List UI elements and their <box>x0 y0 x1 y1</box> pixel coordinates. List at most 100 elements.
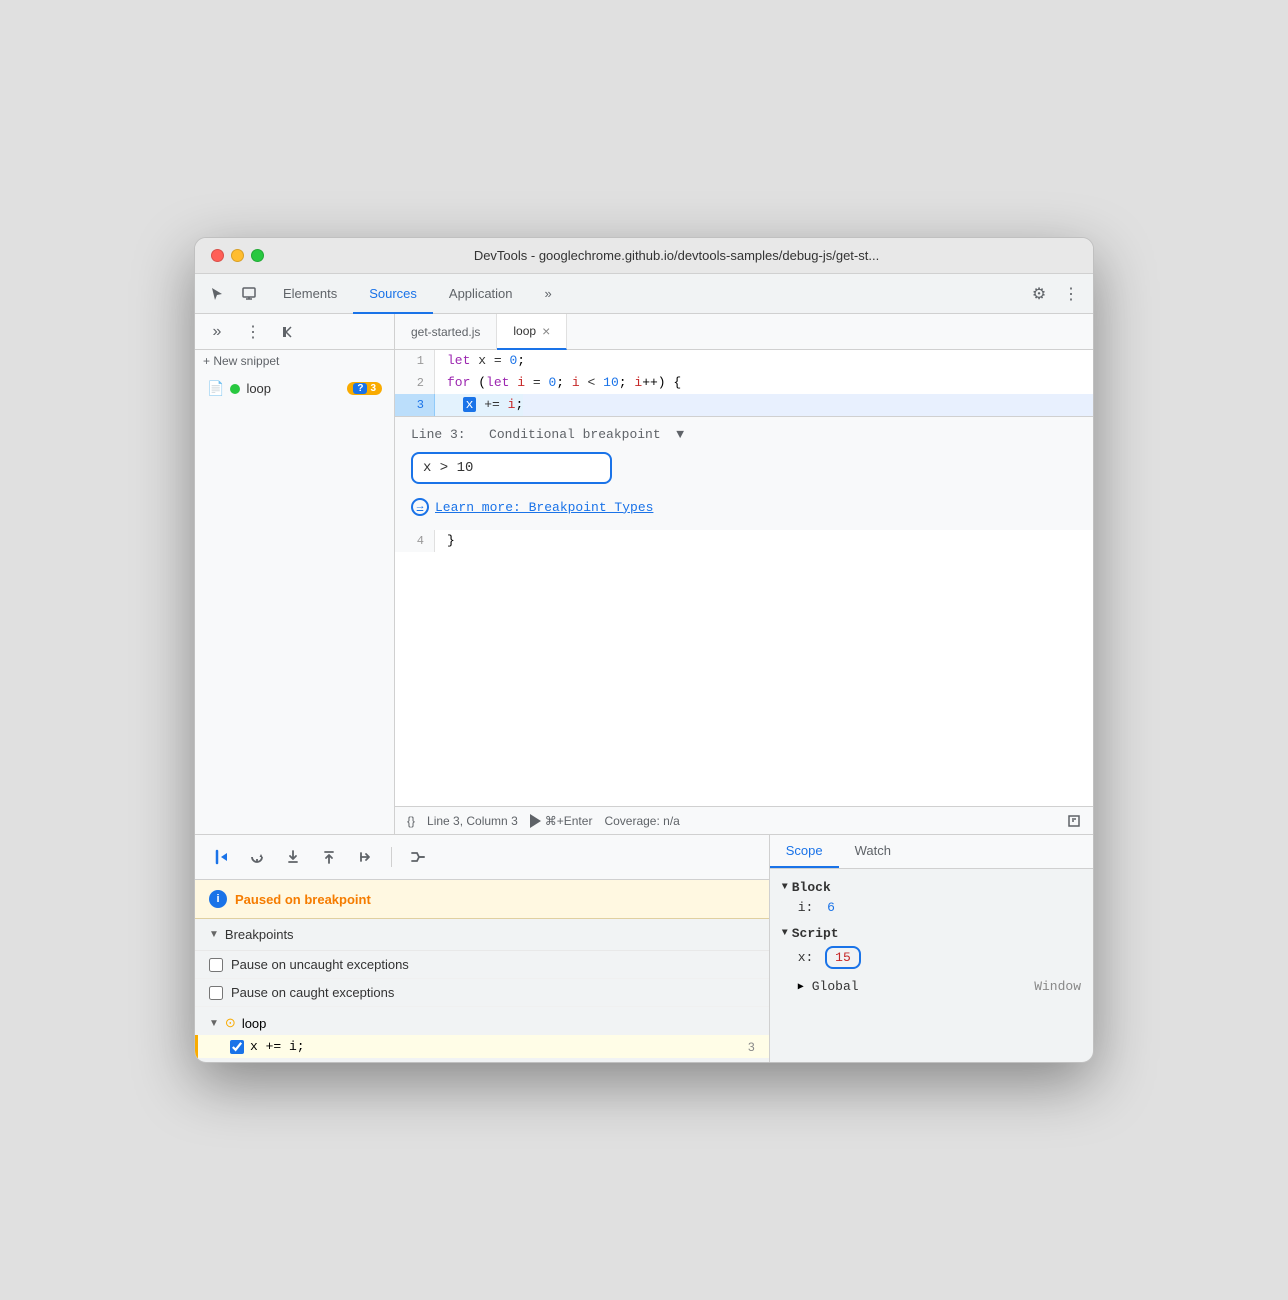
scope-tabs: Scope Watch <box>770 835 1093 869</box>
line-num-2: 2 <box>395 372 435 394</box>
breakpoints-section-header[interactable]: ▼ Breakpoints <box>195 919 769 951</box>
line-num-3: 3 <box>395 394 435 416</box>
scope-global: ▶ Global Window <box>778 977 1085 996</box>
resume-button[interactable] <box>207 843 235 871</box>
scope-tab-watch[interactable]: Watch <box>839 835 907 868</box>
line-num-4: 4 <box>395 530 435 552</box>
debug-sections: ▼ Breakpoints Pause on uncaught exceptio… <box>195 919 769 1062</box>
scope-script-chevron: ▼ <box>782 928 788 939</box>
line-content-4: } <box>435 530 455 552</box>
step-over-button[interactable] <box>243 843 271 871</box>
line-num-1: 1 <box>395 350 435 372</box>
traffic-lights <box>211 249 264 262</box>
bp-line-item[interactable]: x += i; 3 <box>195 1035 769 1058</box>
step-button[interactable] <box>351 843 379 871</box>
pause-caught-item: Pause on caught exceptions <box>195 979 769 1007</box>
info-icon: i <box>209 890 227 908</box>
run-button[interactable]: ⌘+Enter <box>530 814 593 828</box>
code-line-1: 1 let x = 0; <box>395 350 1093 372</box>
sidebar-toolbar: » ⋮ <box>195 314 394 350</box>
top-toolbar: Elements Sources Application » ⚙ ⋮ <box>195 274 1093 314</box>
tab-more[interactable]: » <box>529 274 568 314</box>
scope-global-chevron[interactable]: ▶ <box>798 981 804 993</box>
scope-content: ▼ Block i: 6 ▼ Script <box>770 869 1093 1010</box>
code-line-3: 3 x += i; <box>395 394 1093 416</box>
line-content-3: x += i; <box>435 394 523 416</box>
file-tab-close[interactable]: × <box>542 323 550 339</box>
breakpoint-popup: Line 3: Conditional breakpoint ▼ → Learn… <box>395 416 1093 530</box>
scope-block-header[interactable]: ▼ Block <box>778 877 1085 898</box>
run-icon <box>530 814 541 828</box>
left-sidebar: » ⋮ + New snippet 📄 loop ? <box>195 314 395 834</box>
devtools-window: DevTools - googlechrome.github.io/devtoo… <box>194 237 1094 1063</box>
scope-block-chevron: ▼ <box>782 882 788 893</box>
traffic-light-yellow[interactable] <box>231 249 244 262</box>
pause-uncaught-checkbox[interactable] <box>209 958 223 972</box>
line-content-1: let x = 0; <box>435 350 525 372</box>
coverage-dropdown-icon[interactable] <box>1067 814 1081 828</box>
step-into-button[interactable] <box>279 843 307 871</box>
scope-x-highlight: 15 <box>825 946 861 969</box>
bp-file-chevron: ▼ <box>209 1018 219 1029</box>
scope-global-row: ▶ Global Window <box>778 977 1085 996</box>
breakpoint-badge: ? 3 <box>347 382 382 395</box>
learn-more-icon: → <box>411 498 429 516</box>
file-item-loop[interactable]: 📄 loop ? 3 <box>195 376 394 401</box>
new-snippet-button[interactable]: + New snippet <box>195 350 394 372</box>
coverage: Coverage: n/a <box>604 814 679 828</box>
breakpoint-section: ▼ ⊙ loop x += i; 3 <box>195 1007 769 1062</box>
tab-bar: Elements Sources Application » <box>267 274 1021 314</box>
debug-separator <box>391 847 392 867</box>
bp-file-icon: ⊙ <box>225 1015 236 1031</box>
step-out-button[interactable] <box>315 843 343 871</box>
scope-script-x: x: 15 <box>778 944 1085 971</box>
sidebar-expand-icon[interactable]: » <box>203 318 231 346</box>
settings-icon[interactable]: ⚙ <box>1025 280 1053 308</box>
debug-right: Scope Watch ▼ Block i: <box>770 835 1093 1062</box>
scope-block-i: i: 6 <box>778 898 1085 917</box>
inspect-icon[interactable] <box>235 280 263 308</box>
scope-script: ▼ Script x: 15 <box>778 923 1085 971</box>
line-content-2: for (let i = 0; i < 10; i++) { <box>435 372 681 394</box>
code-editor: get-started.js loop × 1 let x = 0; <box>395 314 1093 834</box>
main-area: » ⋮ + New snippet 📄 loop ? <box>195 314 1093 1062</box>
more-options-icon[interactable]: ⋮ <box>1057 280 1085 308</box>
sidebar-menu-icon[interactable]: ⋮ <box>239 318 267 346</box>
sources-top: » ⋮ + New snippet 📄 loop ? <box>195 314 1093 834</box>
file-icon-loop: 📄 <box>207 380 224 397</box>
title-bar: DevTools - googlechrome.github.io/devtoo… <box>195 238 1093 274</box>
code-line-2: 2 for (let i = 0; i < 10; i++) { <box>395 372 1093 394</box>
file-tab-loop[interactable]: loop × <box>497 314 567 350</box>
traffic-light-green[interactable] <box>251 249 264 262</box>
bp-header: Line 3: Conditional breakpoint ▼ <box>411 427 1077 442</box>
format-icon[interactable]: {} <box>407 814 415 828</box>
scope-tab-scope[interactable]: Scope <box>770 835 839 868</box>
green-dot-loop <box>230 384 240 394</box>
bp-line-checkbox[interactable] <box>230 1040 244 1054</box>
tab-elements[interactable]: Elements <box>267 274 353 314</box>
code-area: 1 let x = 0; 2 for (let i = 0; i < 10; i… <box>395 350 1093 806</box>
deactivate-breakpoints-button[interactable] <box>404 843 432 871</box>
debug-info-bar: i Paused on breakpoint <box>195 880 769 919</box>
scope-script-header[interactable]: ▼ Script <box>778 923 1085 944</box>
learn-more-link[interactable]: → Learn more: Breakpoint Types <box>411 498 1077 516</box>
bp-file-loop[interactable]: ▼ ⊙ loop <box>195 1011 769 1035</box>
debug-area: i Paused on breakpoint ▼ Breakpoints Pau… <box>195 834 1093 1062</box>
pause-uncaught-item: Pause on uncaught exceptions <box>195 951 769 979</box>
cursor-position: Line 3, Column 3 <box>427 814 518 828</box>
toolbar-right: ⚙ ⋮ <box>1025 280 1085 308</box>
window-title: DevTools - googlechrome.github.io/devtoo… <box>276 248 1077 263</box>
debug-left: i Paused on breakpoint ▼ Breakpoints Pau… <box>195 835 770 1062</box>
sidebar-nav-icon[interactable] <box>275 318 303 346</box>
tab-application[interactable]: Application <box>433 274 529 314</box>
breakpoint-input[interactable] <box>423 460 600 476</box>
breakpoints-chevron: ▼ <box>209 929 219 940</box>
tab-sources[interactable]: Sources <box>353 274 433 314</box>
bp-line-code: x += i; <box>250 1039 305 1054</box>
file-list: 📄 loop ? 3 <box>195 372 394 405</box>
pause-caught-checkbox[interactable] <box>209 986 223 1000</box>
cursor-icon[interactable] <box>203 280 231 308</box>
file-tab-get-started[interactable]: get-started.js <box>395 314 497 350</box>
traffic-light-red[interactable] <box>211 249 224 262</box>
file-tabs: get-started.js loop × <box>395 314 1093 350</box>
